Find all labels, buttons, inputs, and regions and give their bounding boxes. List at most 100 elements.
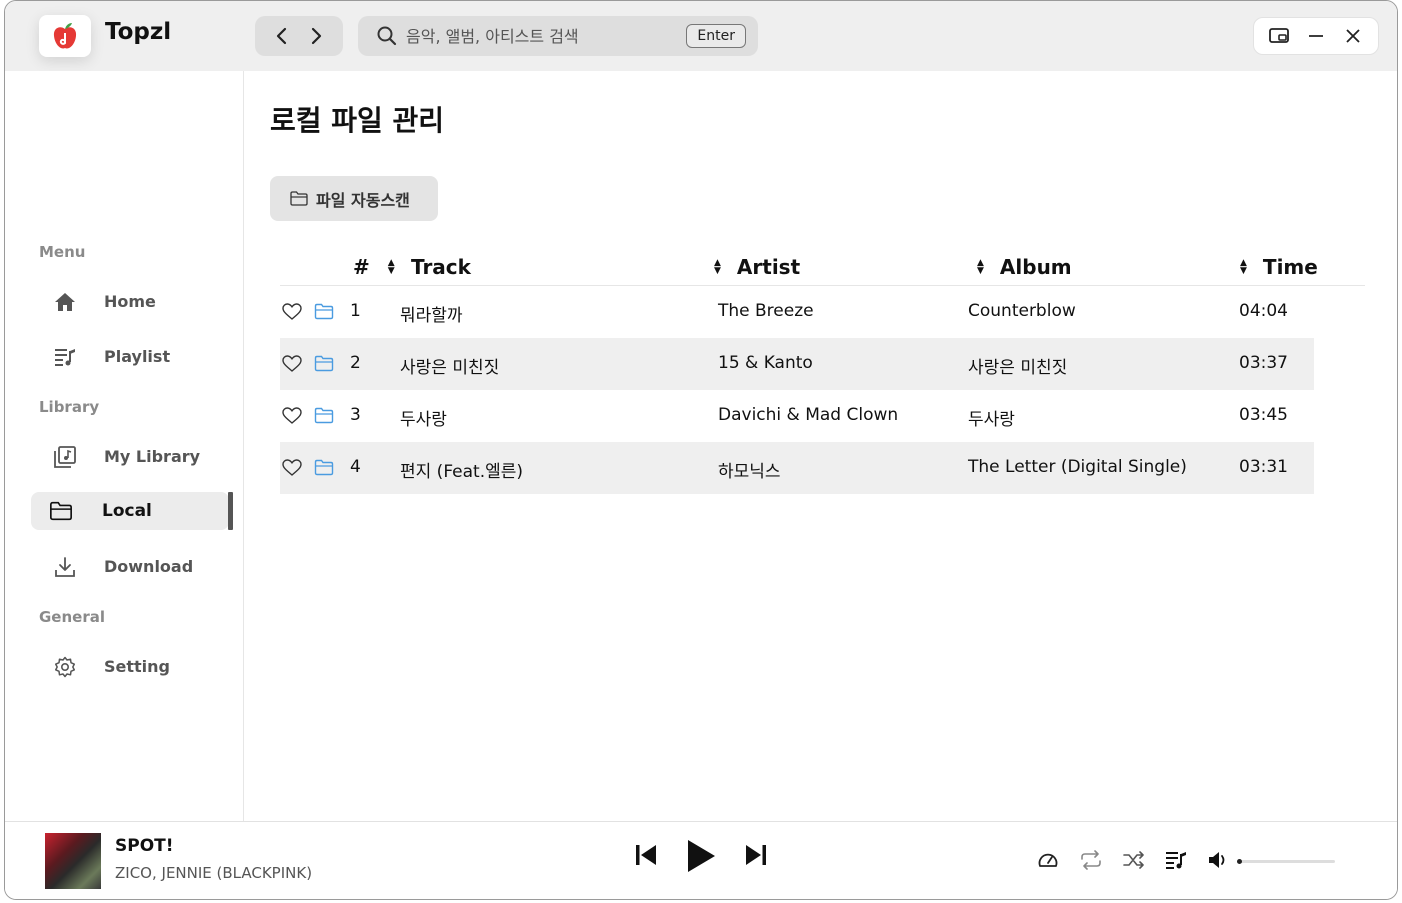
sidebar-item-home[interactable]: Home — [31, 283, 229, 321]
sort-icon: ▲ ▼ — [1240, 258, 1247, 276]
volume-slider[interactable] — [1237, 859, 1335, 864]
column-header-track[interactable]: Track — [411, 255, 471, 279]
now-playing-title[interactable]: SPOT! — [115, 836, 174, 856]
repeat-button[interactable] — [1079, 850, 1103, 870]
track-time: 03:45 — [1239, 405, 1288, 425]
table-row[interactable]: 2 사랑은 미친짓 15 & Kanto 사랑은 미친짓 03:37 — [280, 338, 1314, 390]
forward-button[interactable] — [304, 24, 328, 48]
minimize-button[interactable] — [1302, 22, 1330, 50]
folder-icon[interactable] — [314, 458, 334, 478]
queue-button[interactable] — [1165, 850, 1187, 870]
track-album: 두사랑 — [968, 410, 1015, 430]
auto-scan-button[interactable]: 파일 자동스캔 — [270, 176, 438, 221]
sidebar-item-label: Local — [102, 501, 152, 521]
column-header-artist[interactable]: ▲ ▼ Artist — [714, 255, 800, 279]
column-header-num[interactable]: # ▲ ▼ — [353, 255, 395, 279]
main-content: 로컬 파일 관리 파일 자동스캔 # ▲ ▼ Track ▲ ▼ Artist ▲ ▼ — [245, 71, 1397, 821]
sidebar-item-label: Download — [104, 557, 194, 576]
minimize-icon — [1308, 35, 1323, 37]
app-logo[interactable] — [39, 15, 91, 57]
sidebar-item-local[interactable]: Local — [31, 492, 233, 530]
folder-icon[interactable] — [314, 302, 334, 322]
track-title: 뭐라할까 — [400, 306, 463, 326]
back-button[interactable] — [270, 24, 294, 48]
close-icon — [1346, 29, 1360, 43]
sidebar-item-my-library[interactable]: My Library — [31, 438, 229, 476]
auto-scan-label: 파일 자동스캔 — [316, 190, 410, 210]
table-row[interactable]: 1 뭐라할까 The Breeze Counterblow 04:04 — [280, 286, 1314, 338]
gear-icon — [53, 656, 77, 678]
track-artist: 하모닉스 — [718, 462, 781, 482]
track-number: 3 — [350, 405, 361, 425]
folder-icon — [290, 191, 308, 206]
column-header-time[interactable]: ▲ ▼ Time — [1240, 255, 1318, 279]
apple-logo-icon — [53, 23, 77, 49]
library-icon — [53, 446, 77, 468]
track-artist: 15 & Kanto — [718, 353, 813, 373]
heart-icon[interactable] — [282, 458, 302, 478]
previous-button[interactable] — [633, 842, 659, 868]
playback-speed-button[interactable] — [1037, 850, 1059, 870]
track-album: The Letter (Digital Single) — [968, 457, 1187, 477]
folder-icon[interactable] — [314, 406, 334, 426]
sidebar-item-setting[interactable]: Setting — [31, 648, 229, 686]
heart-icon[interactable] — [282, 406, 302, 426]
heart-icon[interactable] — [282, 302, 302, 322]
volume-button[interactable] — [1208, 850, 1230, 870]
repeat-icon — [1081, 850, 1101, 870]
track-number: 2 — [350, 353, 361, 373]
track-time: 04:04 — [1239, 301, 1288, 321]
enter-button[interactable]: Enter — [686, 24, 746, 48]
column-header-num-label: # — [353, 255, 370, 279]
track-number: 1 — [350, 301, 361, 321]
table-row[interactable]: 4 편지 (Feat.엘른) 하모닉스 The Letter (Digital … — [280, 442, 1314, 494]
playlist-icon — [53, 346, 77, 368]
nav-arrows — [255, 16, 343, 56]
speedometer-icon — [1038, 853, 1058, 867]
shuffle-button[interactable] — [1122, 850, 1146, 870]
mini-player-button[interactable] — [1265, 22, 1293, 50]
search-input[interactable] — [406, 22, 676, 50]
active-indicator — [228, 492, 233, 530]
track-artist: The Breeze — [718, 301, 814, 321]
sidebar-item-label: My Library — [104, 447, 201, 466]
skip-next-icon — [746, 845, 766, 865]
close-button[interactable] — [1339, 22, 1367, 50]
shuffle-icon — [1123, 851, 1144, 869]
sidebar-section-general: General — [39, 608, 105, 626]
sidebar-section-library: Library — [39, 398, 100, 416]
picture-in-picture-icon — [1268, 28, 1289, 43]
app-name: Topzl — [105, 19, 172, 45]
track-time: 03:31 — [1239, 457, 1288, 477]
column-header-album-label: Album — [999, 255, 1072, 279]
column-header-album[interactable]: ▲ ▼ Album — [977, 255, 1072, 279]
player-bar: SPOT! ZICO, JENNIE (BLACKPINK) — [5, 821, 1397, 899]
volume-knob[interactable] — [1237, 859, 1242, 864]
column-header-track-label: Track — [411, 255, 471, 279]
track-number: 4 — [350, 457, 361, 477]
sidebar-item-playlist[interactable]: Playlist — [31, 338, 229, 376]
album-cover[interactable] — [45, 833, 101, 889]
queue-icon — [1166, 852, 1186, 869]
chevron-left-icon — [276, 27, 287, 45]
track-title: 편지 (Feat.엘른) — [400, 462, 524, 482]
sidebar-item-download[interactable]: Download — [31, 548, 229, 586]
folder-icon — [49, 500, 73, 522]
folder-icon[interactable] — [314, 354, 334, 374]
window-controls — [1253, 17, 1379, 55]
page-title: 로컬 파일 관리 — [270, 104, 445, 137]
now-playing-artist[interactable]: ZICO, JENNIE (BLACKPINK) — [115, 864, 312, 882]
table-row[interactable]: 3 두사랑 Davichi & Mad Clown 두사랑 03:45 — [280, 390, 1314, 442]
track-title: 두사랑 — [400, 410, 447, 430]
sort-icon: ▲ ▼ — [977, 258, 984, 276]
next-button[interactable] — [743, 842, 769, 868]
column-header-artist-label: Artist — [736, 255, 801, 279]
sidebar-section-menu: Menu — [39, 243, 86, 261]
download-icon — [53, 556, 77, 578]
title-bar: Topzl Enter — [5, 1, 1397, 71]
heart-icon[interactable] — [282, 354, 302, 374]
sort-icon: ▲ ▼ — [714, 258, 721, 276]
search-icon — [377, 26, 397, 46]
play-button[interactable] — [685, 838, 717, 874]
track-title: 사랑은 미친짓 — [400, 358, 500, 378]
